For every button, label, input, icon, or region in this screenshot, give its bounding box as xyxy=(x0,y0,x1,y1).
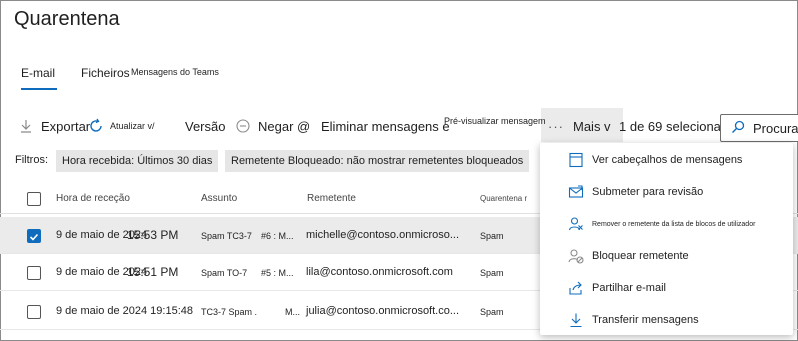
tab-email[interactable]: E-mail xyxy=(21,66,55,80)
submit-icon xyxy=(568,184,584,200)
version-label: Versão xyxy=(185,118,226,134)
deny-button[interactable]: Negar @ xyxy=(236,108,310,144)
more-actions-menu: Ver cabeçalhos de mensagens Submeter par… xyxy=(540,143,793,335)
filter-chip-time-received[interactable]: Hora recebida: Últimos 30 dias xyxy=(56,150,219,172)
menu-item-submit-review[interactable]: Submeter para revisão xyxy=(540,176,793,208)
tab-teams-messages[interactable]: Mensagens do Teams xyxy=(131,67,219,77)
row-reason: Spam xyxy=(480,231,504,241)
row-subject-extra: #5 : M... xyxy=(261,268,294,278)
row-subject-extra: M... xyxy=(285,307,300,317)
preview-message-label: Pré-visualizar mensagem xyxy=(444,116,546,126)
row-subject-extra: #6 : M... xyxy=(261,231,294,241)
checkmark-icon xyxy=(29,233,39,241)
menu-item-label: Remover o remetente da lista de blocos d… xyxy=(592,220,756,228)
menu-item-label: Ver cabeçalhos de mensagens xyxy=(592,154,743,166)
export-label: Exportar xyxy=(41,118,91,134)
version-button[interactable]: Versão xyxy=(185,108,225,144)
deny-label: Negar @ xyxy=(258,118,311,134)
menu-item-label: Bloquear remetente xyxy=(592,250,689,262)
menu-item-block-sender[interactable]: Bloquear remetente xyxy=(540,240,793,272)
search-button[interactable]: Procurar xyxy=(720,114,798,142)
download-icon xyxy=(568,312,584,328)
row-reason: Spam xyxy=(480,307,504,317)
row-checkbox[interactable] xyxy=(27,305,41,319)
row-sender: julia@contoso.onmicrosoft.co... xyxy=(306,305,460,317)
row-subject: Spam TC3-7 xyxy=(201,231,252,241)
tab-files[interactable]: Ficheiros xyxy=(81,66,130,80)
row-checkbox[interactable] xyxy=(27,266,41,280)
filter-chip-blocked-sender[interactable]: Remetente Bloqueado: não mostrar remeten… xyxy=(225,150,530,172)
column-header-subject[interactable]: Assunto xyxy=(201,193,237,204)
refresh-button[interactable]: Atualizar v/ xyxy=(88,108,155,144)
row-checkbox[interactable] xyxy=(27,229,41,243)
menu-item-label: Partilhar e-mail xyxy=(592,282,666,294)
toolbar: Exportar Atualizar v/ Versão Negar @ Eli… xyxy=(0,108,798,144)
column-header-quarantine-reason[interactable]: Quarentena r xyxy=(480,194,527,203)
preview-message-button[interactable]: Pré-visualizar mensagem xyxy=(444,103,546,139)
export-icon xyxy=(19,118,33,134)
row-received-time: 15:51 PM xyxy=(127,265,179,279)
export-button[interactable]: Exportar xyxy=(19,108,90,144)
delete-messages-button[interactable]: Eliminar mensagens e xyxy=(321,108,450,144)
menu-item-remove-sender-blocklist[interactable]: Remover o remetente da lista de blocos d… xyxy=(540,208,793,240)
column-header-sender[interactable]: Remetente xyxy=(307,193,356,204)
menu-item-label: Submeter para revisão xyxy=(592,186,704,198)
remove-sender-icon xyxy=(568,216,584,232)
filters-label: Filtros: xyxy=(15,154,48,166)
deny-icon xyxy=(236,119,250,133)
menu-item-label: Transferir mensagens xyxy=(592,314,699,326)
more-icon: ··· xyxy=(548,118,564,134)
menu-item-download-messages[interactable]: Transferir mensagens xyxy=(540,304,793,336)
menu-item-view-headers[interactable]: Ver cabeçalhos de mensagens xyxy=(540,144,793,176)
page-title: Quarentena xyxy=(14,8,120,30)
row-subject: TC3-7 Spam . xyxy=(201,307,258,317)
row-sender: michelle@contoso.onmicroso... xyxy=(306,229,460,241)
row-received-date: 9 de maio de 2024 19:15:48 xyxy=(56,305,194,317)
row-received-time: 15:53 PM xyxy=(127,228,179,242)
refresh-icon xyxy=(88,118,104,134)
delete-messages-label: Eliminar mensagens e xyxy=(321,118,450,134)
headers-icon xyxy=(568,152,584,168)
active-tab-indicator xyxy=(21,88,57,90)
share-icon xyxy=(568,280,584,296)
row-reason: Spam xyxy=(480,268,504,278)
search-icon xyxy=(731,120,745,137)
more-button[interactable]: ··· Mais v xyxy=(548,108,611,144)
row-sender: lila@contoso.onmicrosoft.com xyxy=(306,266,453,278)
column-header-received[interactable]: Hora de receção xyxy=(56,193,130,204)
menu-item-share-email[interactable]: Partilhar e-mail xyxy=(540,272,793,304)
block-sender-icon xyxy=(568,248,584,264)
row-subject: Spam TO-7 xyxy=(201,268,248,278)
select-all-checkbox[interactable] xyxy=(27,192,41,206)
refresh-label: Atualizar v/ xyxy=(110,121,155,131)
search-label: Procurar xyxy=(753,120,798,136)
more-label: Mais v xyxy=(573,118,611,134)
